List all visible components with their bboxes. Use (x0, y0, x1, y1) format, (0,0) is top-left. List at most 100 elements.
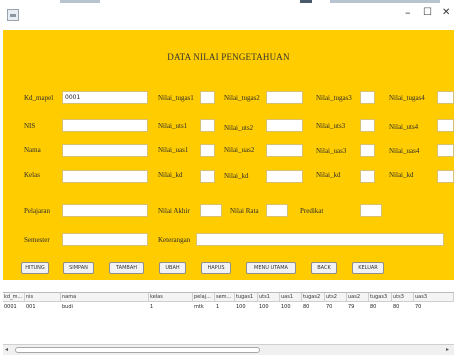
nilai-rata-label: Nilai Rata (230, 207, 259, 215)
nama-field[interactable] (62, 144, 148, 157)
table-cell: mtk (194, 304, 204, 310)
pelajaran-label: Pelajaran (24, 207, 51, 215)
hitung-button[interactable]: HITUNG (21, 262, 49, 274)
back-button[interactable]: BACK (311, 262, 337, 274)
nilai-uts4-label: Nilai_uts4 (389, 123, 419, 131)
nama-label: Nama (24, 146, 41, 154)
nilai-kd1-field[interactable] (200, 170, 215, 183)
tambah-button[interactable]: TAMBAH (109, 262, 144, 274)
kd-mapel-field[interactable]: 0001 (62, 91, 148, 104)
table-cell: 1 (150, 304, 154, 310)
java-app-icon (7, 9, 19, 21)
table-header[interactable]: tugas2 (302, 293, 325, 302)
table-header[interactable]: uas1 (280, 293, 302, 302)
nilai-akhir-field[interactable] (200, 204, 222, 217)
nilai-uas2-label: Nilai_uas2 (224, 146, 255, 154)
table-cell: 79 (348, 304, 355, 310)
ubah-button[interactable]: UBAH (159, 262, 186, 274)
simpan-button[interactable]: SIMPAN (63, 262, 94, 274)
table-cell: 80 (370, 304, 377, 310)
close-icon[interactable]: ✕ (442, 7, 450, 18)
nilai-uas4-field[interactable] (437, 144, 454, 157)
predikat-label: Predikat (300, 207, 324, 215)
nilai-tugas4-field[interactable] (437, 91, 454, 104)
nilai-uts2-field[interactable] (266, 119, 303, 132)
table-header[interactable]: nama (61, 293, 149, 302)
table-header[interactable]: nis (25, 293, 61, 302)
minimize-icon[interactable]: – (405, 6, 411, 19)
table-cell: 100 (236, 304, 246, 310)
title-bar-strip (330, 0, 440, 3)
nilai-tugas2-label: Nilai_tugas2 (224, 94, 260, 102)
nilai-uts3-label: Nilai_uts3 (316, 122, 346, 130)
table-cell: 1 (216, 304, 220, 310)
nilai-uts1-field[interactable] (200, 119, 215, 132)
application-window: – ☐ ✕ DATA NILAI PENGETAHUAN Kd_mapel 00… (0, 0, 457, 356)
nilai-uas2-field[interactable] (266, 144, 303, 157)
nilai-kd4-field[interactable] (437, 170, 454, 183)
semester-field[interactable] (62, 233, 148, 246)
nilai-tugas4-label: Nilai_tugas4 (389, 94, 425, 102)
table-cell: 70 (415, 304, 422, 310)
table-header[interactable]: uas2 (347, 293, 369, 302)
nilai-tugas1-label: Nilai_tugas1 (158, 94, 194, 102)
title-bar-strip (300, 0, 312, 3)
nilai-kd2-field[interactable] (266, 170, 303, 183)
nilai-rata-field[interactable] (266, 204, 288, 217)
nis-field[interactable] (62, 119, 148, 132)
table-header[interactable]: kd_m... (3, 293, 25, 302)
title-bar[interactable]: – ☐ ✕ (0, 0, 457, 30)
table-header[interactable]: uts2 (325, 293, 347, 302)
table-header[interactable]: uts1 (258, 293, 280, 302)
nilai-kd1-label: Nilai_kd (158, 171, 183, 179)
nilai-akhir-label: Nilai Akhir (158, 207, 190, 215)
nilai-kd3-field[interactable] (360, 170, 375, 183)
menu-utama-button[interactable]: MENU UTAMA (246, 262, 296, 274)
nilai-uts3-field[interactable] (360, 119, 375, 132)
nilai-tugas3-label: Nilai_tugas3 (316, 94, 352, 102)
table-cell: budi (62, 304, 73, 310)
nilai-table[interactable]: kd_m... nis nama kelas pelaj... sem... t… (3, 292, 454, 341)
table-header[interactable]: uts3 (392, 293, 414, 302)
table-header[interactable]: kelas (149, 293, 193, 302)
predikat-field[interactable] (360, 204, 382, 217)
kd-mapel-label: Kd_mapel (24, 94, 54, 102)
nilai-tugas3-field[interactable] (360, 91, 375, 104)
nilai-uts1-label: Nilai_uts1 (158, 122, 188, 130)
form-title: DATA NILAI PENGETAHUAN (167, 52, 290, 62)
scroll-right-icon[interactable]: ▸ (446, 346, 449, 353)
nilai-uas1-field[interactable] (200, 144, 215, 157)
table-header[interactable]: pelaj... (193, 293, 215, 302)
table-cell: 001 (26, 304, 36, 310)
table-header[interactable]: uas3 (414, 293, 454, 302)
table-cell: 100 (281, 304, 291, 310)
nilai-kd4-label: Nilai_kd (389, 171, 414, 179)
nilai-tugas1-field[interactable] (200, 91, 215, 104)
scrollbar-thumb[interactable] (15, 347, 260, 353)
table-cell: 100 (259, 304, 269, 310)
pelajaran-field[interactable] (62, 204, 148, 217)
kelas-field[interactable] (62, 170, 148, 183)
table-header[interactable]: tugas1 (235, 293, 258, 302)
title-bar-strip (60, 0, 100, 3)
hapus-button[interactable]: HAPUS (201, 262, 231, 274)
scroll-left-icon[interactable]: ◂ (5, 346, 8, 353)
table-header[interactable]: sem... (215, 293, 235, 302)
nilai-uas1-label: Nilai_uas1 (158, 146, 189, 154)
keterangan-label: Keterangan (158, 236, 191, 244)
table-header[interactable]: tugas3 (369, 293, 392, 302)
nilai-kd3-label: Nilai_kd (316, 171, 341, 179)
table-cell: 70 (326, 304, 333, 310)
semester-label: Semester (24, 236, 50, 244)
keluar-button[interactable]: KELUAR (352, 262, 384, 274)
kelas-label: Kelas (24, 171, 40, 179)
nis-label: NIS (24, 122, 36, 130)
nilai-tugas2-field[interactable] (266, 91, 303, 104)
nilai-uts4-field[interactable] (437, 119, 454, 132)
nilai-uas3-field[interactable] (360, 144, 375, 157)
table-cell: 80 (393, 304, 400, 310)
keterangan-field[interactable] (196, 233, 444, 246)
table-cell: 0001 (4, 304, 17, 310)
horizontal-scrollbar[interactable]: ◂ ▸ (3, 344, 454, 355)
maximize-icon[interactable]: ☐ (423, 7, 432, 18)
